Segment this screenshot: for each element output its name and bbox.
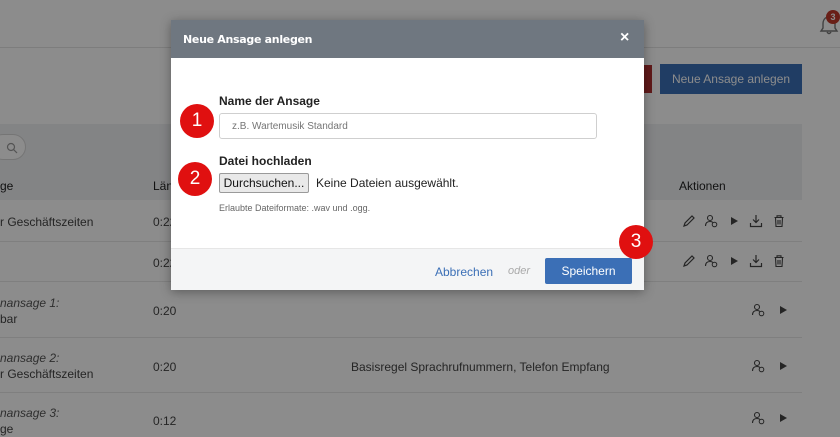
file-upload-label: Datei hochladen [219,154,312,168]
announcement-name-input[interactable] [219,113,597,139]
file-format-hint: Erlaubte Dateiformate: .wav und .ogg. [219,203,371,213]
step-marker-2: 2 [178,162,212,196]
close-icon[interactable]: × [620,29,629,47]
dialog-header: Neue Ansage anlegen × [171,20,644,58]
step-marker-3: 3 [619,225,653,259]
save-button[interactable]: Speichern [545,258,632,284]
dialog-footer: Abbrechen oder Speichern [171,248,644,290]
dialog-title: Neue Ansage anlegen [183,33,313,46]
step-marker-1: 1 [180,104,214,138]
no-file-text: Keine Dateien ausgewählt. [316,176,459,190]
new-announcement-dialog: Neue Ansage anlegen × Name der Ansage Da… [171,20,644,290]
browse-button[interactable]: Durchsuchen... [219,173,309,193]
or-separator: oder [508,265,531,277]
cancel-link[interactable]: Abbrechen [435,265,493,279]
name-label: Name der Ansage [219,94,320,108]
